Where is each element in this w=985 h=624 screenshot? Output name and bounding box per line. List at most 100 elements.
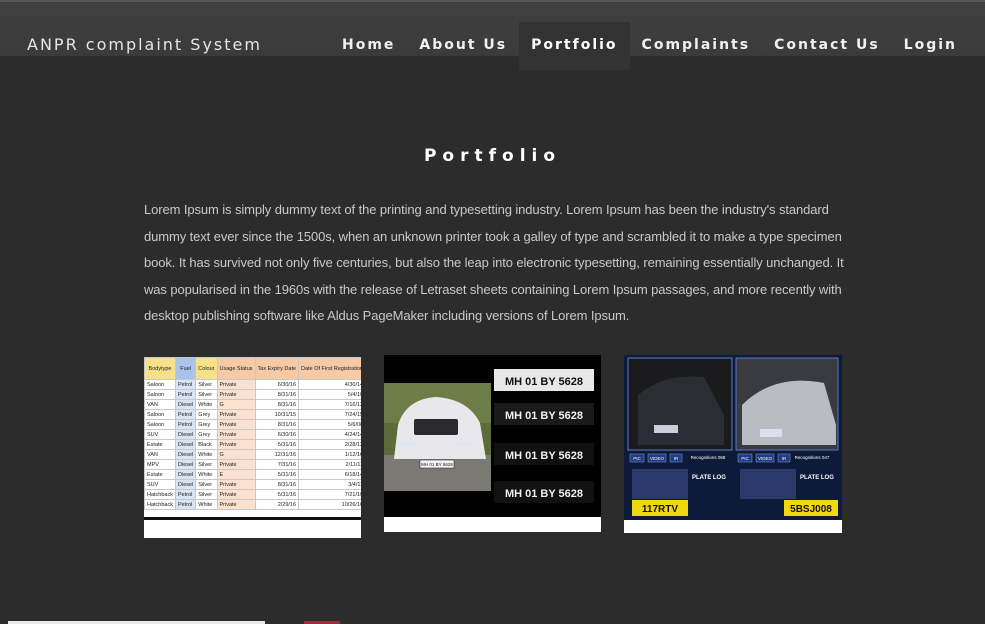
sheet-cell: 7/16/13	[298, 399, 361, 410]
sheet-cell: Petrol	[174, 379, 197, 390]
sheet-cell: MPV	[144, 459, 176, 470]
sheet-row: EstateDieselWhiteE5/31/166/18/14122	[144, 469, 361, 480]
sheet-cell: 10/31/15	[254, 409, 300, 420]
sheet-cell: G	[216, 449, 256, 460]
sheet-cell: Private	[216, 379, 256, 390]
nav-portfolio[interactable]: Portfolio	[519, 22, 630, 70]
plate-log-image: PIC VIDEO IR Recognitions 068 PIC VIDEO …	[624, 355, 842, 520]
sheet-row: VANDieselWhiteG12/31/161/12/16184	[144, 449, 361, 460]
sheet-header-cell: Usage Status	[216, 357, 256, 380]
sheet-cell: Grey	[195, 429, 218, 440]
sheet-cell: 10/26/10	[298, 499, 361, 510]
sheet-cell: Silver	[195, 389, 218, 400]
sheet-cell: 2/11/11	[298, 459, 361, 470]
sheet-cell: White	[195, 399, 218, 410]
plate-text-3: MH 01 BY 5628	[505, 450, 583, 462]
plate-text-1: MH 01 BY 5628	[505, 376, 583, 388]
log-title-right: PLATE LOG	[800, 475, 834, 481]
header-edge	[0, 0, 985, 2]
sheet-cell: Silver	[195, 479, 218, 490]
sheet-cell: Grey	[195, 409, 218, 420]
sheet-cell: 8/31/16	[254, 419, 300, 430]
sheet-cell: 2/29/16	[254, 499, 300, 510]
sheet-row: Hatchback Petrol Silver Private 5/31/16 7/21/…	[144, 489, 361, 500]
sheet-cell: 12/31/16	[254, 449, 300, 460]
portfolio-item-plate-log[interactable]: PIC VIDEO IR Recognitions 068 PIC VIDEO …	[624, 355, 842, 533]
sheet-cell: Diesel	[174, 439, 197, 450]
nav-contact[interactable]: Contact Us	[762, 22, 892, 70]
plates-image: MH 01 BY 5628 MH 01 BY 5628 MH 01 BY 562…	[384, 355, 601, 517]
sheet-cell: 6/18/14	[298, 469, 361, 480]
sheet-cell: 7/24/15	[298, 409, 361, 420]
nav-home[interactable]: Home	[330, 22, 407, 70]
log-plate-left: 117RTV	[642, 504, 678, 515]
sheet-cell: 8/31/16	[254, 399, 300, 410]
sheet-cell: 6/30/16	[254, 379, 300, 390]
log-btn-ir-left: IR	[674, 456, 679, 461]
sheet-cell: SUV	[144, 479, 176, 490]
main-nav: Home About Us Portfolio Complaints Conta…	[330, 22, 985, 70]
sheet-cell: Estate	[144, 439, 176, 450]
sheet-cell: Private	[216, 479, 256, 490]
portfolio-item-spreadsheet[interactable]: Bodytype Fuel Colour Usage Status Tax Expiry…	[144, 357, 361, 538]
sheet-cell: Diesel	[174, 459, 197, 470]
sheet-cell: 7/31/16	[254, 459, 300, 470]
sheet-cell: 7/21/10	[298, 489, 361, 500]
log-plate-right: 5BSJ008	[790, 504, 832, 515]
sheet-cell: White	[195, 499, 218, 510]
sheet-header-cell: Fuel	[174, 357, 197, 380]
sheet-cell: 5/31/16	[254, 469, 300, 480]
sheet-row: VANDieselWhiteG8/31/167/16/13132	[144, 399, 361, 410]
sheet-cell: 5/4/10	[298, 389, 361, 400]
nav-login[interactable]: Login	[892, 22, 985, 70]
section-title: Portfolio	[423, 146, 562, 166]
sheet-cell: Diesel	[174, 429, 197, 440]
sheet-cell: Private	[216, 499, 256, 510]
sheet-cell: Private	[216, 489, 256, 500]
site-brand[interactable]: ANPR complaint System	[27, 35, 262, 54]
log-btn-video-left: VIDEO	[650, 456, 665, 461]
plate-text-2: MH 01 BY 5628	[505, 410, 583, 422]
log-btn-video-right: VIDEO	[758, 456, 773, 461]
sheet-cell: Diesel	[174, 469, 197, 480]
car-plate-small: MH 01 BY 5628	[421, 462, 453, 467]
sheet-row: MPVDieselSilverPrivate7/31/162/11/11197	[144, 459, 361, 470]
sheet-row: EstateDieselBlackPrivate5/31/162/28/1399	[144, 439, 361, 450]
sheet-cell: Private	[216, 389, 256, 400]
sheet-cell: VAN	[144, 449, 176, 460]
sheet-row: SaloonPetrolGreyPrivate8/31/165/6/08172	[144, 419, 361, 430]
sheet-cell: Silver	[195, 459, 218, 470]
sheet-cell: Black	[195, 439, 218, 450]
sheet-cell: Petrol	[174, 419, 197, 430]
log-caption-left: Recognitions 068	[691, 455, 726, 460]
sheet-cell: Silver	[195, 379, 218, 390]
sheet-cell: Petrol	[174, 389, 197, 400]
sheet-row: SaloonPetrolGreyPrivate10/31/157/24/1512…	[144, 409, 361, 420]
sheet-cell: 4/30/14	[298, 379, 361, 390]
log-btn-ir-right: IR	[782, 456, 787, 461]
sheet-cell: 8/31/16	[254, 389, 300, 400]
sheet-cell: E	[216, 469, 256, 480]
sheet-cell: Diesel	[174, 399, 197, 410]
sheet-cell: Saloon	[144, 409, 176, 420]
portfolio-item-plates[interactable]: MH 01 BY 5628 MH 01 BY 5628 MH 01 BY 562…	[384, 355, 601, 532]
log-btn-pic-right: PIC	[741, 456, 749, 461]
sheet-cell: Saloon	[144, 389, 176, 400]
sheet-cell: White	[195, 469, 218, 480]
spreadsheet-image: Bodytype Fuel Colour Usage Status Tax Expiry…	[144, 357, 361, 520]
sheet-cell: 2/28/13	[298, 439, 361, 450]
sheet-row: SaloonPetrolSilverPrivate8/31/165/4/1015…	[144, 389, 361, 400]
sheet-header-cell: Bodytype	[144, 357, 176, 380]
log-btn-pic-left: PIC	[633, 456, 641, 461]
sheet-cell: Silver	[195, 489, 218, 500]
sheet-cell: 6/30/16	[254, 429, 300, 440]
sheet-cell: Saloon	[144, 379, 176, 390]
plate-text-4: MH 01 BY 5628	[505, 488, 583, 500]
nav-about[interactable]: About Us	[407, 22, 519, 70]
sheet-cell: Private	[216, 459, 256, 470]
sheet-cell: Petrol	[174, 499, 197, 510]
sheet-cell: 3/4/11	[298, 479, 361, 490]
sheet-cell: Saloon	[144, 419, 176, 430]
nav-complaints[interactable]: Complaints	[630, 22, 763, 70]
sheet-row: Hatchback Petrol White Private 2/29/16 10/26/…	[144, 499, 361, 510]
